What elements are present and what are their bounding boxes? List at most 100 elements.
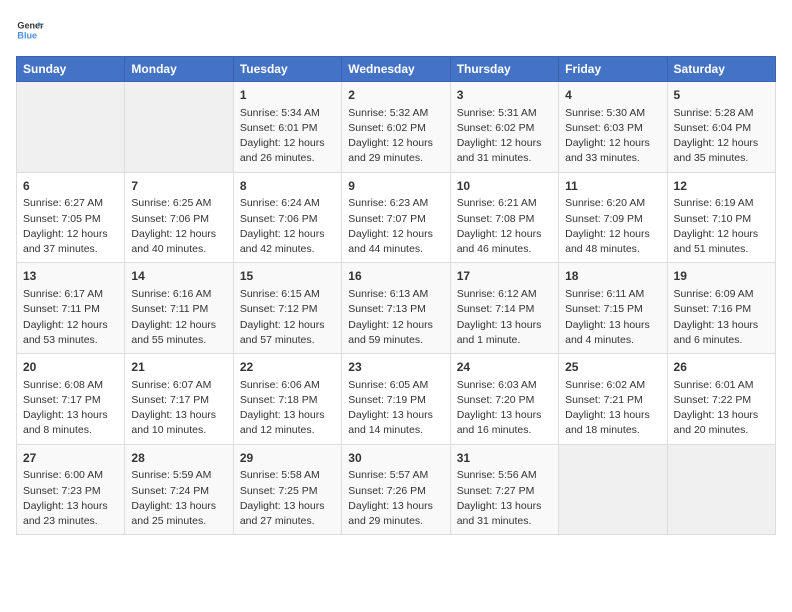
calendar-cell: 16Sunrise: 6:13 AM Sunset: 7:13 PM Dayli… bbox=[342, 263, 450, 354]
calendar-cell: 30Sunrise: 5:57 AM Sunset: 7:26 PM Dayli… bbox=[342, 444, 450, 535]
day-number: 16 bbox=[348, 268, 443, 285]
calendar-cell: 24Sunrise: 6:03 AM Sunset: 7:20 PM Dayli… bbox=[450, 354, 558, 445]
day-number: 9 bbox=[348, 178, 443, 195]
calendar-cell bbox=[667, 444, 775, 535]
day-info: Sunrise: 6:23 AM Sunset: 7:07 PM Dayligh… bbox=[348, 196, 443, 257]
day-number: 23 bbox=[348, 359, 443, 376]
day-number: 25 bbox=[565, 359, 660, 376]
day-number: 15 bbox=[240, 268, 335, 285]
week-row-3: 13Sunrise: 6:17 AM Sunset: 7:11 PM Dayli… bbox=[17, 263, 776, 354]
calendar-cell: 7Sunrise: 6:25 AM Sunset: 7:06 PM Daylig… bbox=[125, 172, 233, 263]
page-header: General Blue bbox=[16, 16, 776, 44]
day-info: Sunrise: 5:34 AM Sunset: 6:01 PM Dayligh… bbox=[240, 106, 335, 167]
day-number: 22 bbox=[240, 359, 335, 376]
day-info: Sunrise: 6:25 AM Sunset: 7:06 PM Dayligh… bbox=[131, 196, 226, 257]
day-info: Sunrise: 6:07 AM Sunset: 7:17 PM Dayligh… bbox=[131, 378, 226, 439]
calendar-cell: 11Sunrise: 6:20 AM Sunset: 7:09 PM Dayli… bbox=[559, 172, 667, 263]
weekday-header-friday: Friday bbox=[559, 57, 667, 82]
day-info: Sunrise: 6:08 AM Sunset: 7:17 PM Dayligh… bbox=[23, 378, 118, 439]
calendar-cell: 13Sunrise: 6:17 AM Sunset: 7:11 PM Dayli… bbox=[17, 263, 125, 354]
day-number: 7 bbox=[131, 178, 226, 195]
day-number: 6 bbox=[23, 178, 118, 195]
weekday-header-saturday: Saturday bbox=[667, 57, 775, 82]
calendar-cell: 12Sunrise: 6:19 AM Sunset: 7:10 PM Dayli… bbox=[667, 172, 775, 263]
day-info: Sunrise: 6:09 AM Sunset: 7:16 PM Dayligh… bbox=[674, 287, 769, 348]
calendar-cell: 4Sunrise: 5:30 AM Sunset: 6:03 PM Daylig… bbox=[559, 82, 667, 173]
day-number: 18 bbox=[565, 268, 660, 285]
calendar-cell: 3Sunrise: 5:31 AM Sunset: 6:02 PM Daylig… bbox=[450, 82, 558, 173]
day-info: Sunrise: 6:20 AM Sunset: 7:09 PM Dayligh… bbox=[565, 196, 660, 257]
day-number: 5 bbox=[674, 87, 769, 104]
day-info: Sunrise: 5:57 AM Sunset: 7:26 PM Dayligh… bbox=[348, 468, 443, 529]
calendar-cell bbox=[559, 444, 667, 535]
day-number: 12 bbox=[674, 178, 769, 195]
calendar-cell: 6Sunrise: 6:27 AM Sunset: 7:05 PM Daylig… bbox=[17, 172, 125, 263]
logo-icon: General Blue bbox=[16, 16, 44, 44]
svg-text:Blue: Blue bbox=[17, 30, 37, 40]
week-row-2: 6Sunrise: 6:27 AM Sunset: 7:05 PM Daylig… bbox=[17, 172, 776, 263]
day-number: 19 bbox=[674, 268, 769, 285]
week-row-1: 1 Sunrise: 5:34 AM Sunset: 6:01 PM Daylig… bbox=[17, 82, 776, 173]
day-number: 27 bbox=[23, 450, 118, 467]
day-number: 26 bbox=[674, 359, 769, 376]
day-number: 30 bbox=[348, 450, 443, 467]
calendar-header-row: SundayMondayTuesdayWednesdayThursdayFrid… bbox=[17, 57, 776, 82]
day-number: 20 bbox=[23, 359, 118, 376]
calendar-cell: 28Sunrise: 5:59 AM Sunset: 7:24 PM Dayli… bbox=[125, 444, 233, 535]
calendar-cell: 20 Sunrise: 6:08 AM Sunset: 7:17 PM Dayli… bbox=[17, 354, 125, 445]
day-info: Sunrise: 6:11 AM Sunset: 7:15 PM Dayligh… bbox=[565, 287, 660, 348]
calendar-cell: 5Sunrise: 5:28 AM Sunset: 6:04 PM Daylig… bbox=[667, 82, 775, 173]
day-number: 1 bbox=[240, 87, 335, 104]
day-info: Sunrise: 6:06 AM Sunset: 7:18 PM Dayligh… bbox=[240, 378, 335, 439]
day-number: 29 bbox=[240, 450, 335, 467]
calendar-cell: 1 Sunrise: 5:34 AM Sunset: 6:01 PM Daylig… bbox=[233, 82, 341, 173]
day-info: Sunrise: 6:00 AM Sunset: 7:23 PM Dayligh… bbox=[23, 468, 118, 529]
calendar-cell: 23Sunrise: 6:05 AM Sunset: 7:19 PM Dayli… bbox=[342, 354, 450, 445]
day-number: 31 bbox=[457, 450, 552, 467]
day-info: Sunrise: 6:17 AM Sunset: 7:11 PM Dayligh… bbox=[23, 287, 118, 348]
day-info: Sunrise: 6:16 AM Sunset: 7:11 PM Dayligh… bbox=[131, 287, 226, 348]
day-info: Sunrise: 6:19 AM Sunset: 7:10 PM Dayligh… bbox=[674, 196, 769, 257]
day-info: Sunrise: 6:12 AM Sunset: 7:14 PM Dayligh… bbox=[457, 287, 552, 348]
weekday-header-thursday: Thursday bbox=[450, 57, 558, 82]
logo: General Blue bbox=[16, 16, 48, 44]
weekday-header-sunday: Sunday bbox=[17, 57, 125, 82]
calendar-cell: 14 Sunrise: 6:16 AM Sunset: 7:11 PM Dayli… bbox=[125, 263, 233, 354]
calendar-cell: 27Sunrise: 6:00 AM Sunset: 7:23 PM Dayli… bbox=[17, 444, 125, 535]
calendar-cell: 2 Sunrise: 5:32 AM Sunset: 6:02 PM Daylig… bbox=[342, 82, 450, 173]
week-row-4: 20 Sunrise: 6:08 AM Sunset: 7:17 PM Dayli… bbox=[17, 354, 776, 445]
calendar-cell: 15 Sunrise: 6:15 AM Sunset: 7:12 PM Dayli… bbox=[233, 263, 341, 354]
day-number: 24 bbox=[457, 359, 552, 376]
weekday-header-wednesday: Wednesday bbox=[342, 57, 450, 82]
day-info: Sunrise: 6:02 AM Sunset: 7:21 PM Dayligh… bbox=[565, 378, 660, 439]
day-number: 2 bbox=[348, 87, 443, 104]
calendar-body: 1 Sunrise: 5:34 AM Sunset: 6:01 PM Daylig… bbox=[17, 82, 776, 535]
calendar-cell: 8Sunrise: 6:24 AM Sunset: 7:06 PM Daylig… bbox=[233, 172, 341, 263]
calendar-cell: 18 Sunrise: 6:11 AM Sunset: 7:15 PM Dayli… bbox=[559, 263, 667, 354]
day-info: Sunrise: 6:27 AM Sunset: 7:05 PM Dayligh… bbox=[23, 196, 118, 257]
day-info: Sunrise: 6:24 AM Sunset: 7:06 PM Dayligh… bbox=[240, 196, 335, 257]
day-number: 14 bbox=[131, 268, 226, 285]
day-number: 11 bbox=[565, 178, 660, 195]
day-number: 10 bbox=[457, 178, 552, 195]
weekday-header-monday: Monday bbox=[125, 57, 233, 82]
calendar-cell: 10Sunrise: 6:21 AM Sunset: 7:08 PM Dayli… bbox=[450, 172, 558, 263]
calendar-cell bbox=[17, 82, 125, 173]
calendar-cell: 19 Sunrise: 6:09 AM Sunset: 7:16 PM Dayli… bbox=[667, 263, 775, 354]
day-info: Sunrise: 5:30 AM Sunset: 6:03 PM Dayligh… bbox=[565, 106, 660, 167]
day-number: 8 bbox=[240, 178, 335, 195]
calendar-cell: 17 Sunrise: 6:12 AM Sunset: 7:14 PM Dayli… bbox=[450, 263, 558, 354]
svg-text:General: General bbox=[17, 21, 44, 31]
calendar-cell: 9Sunrise: 6:23 AM Sunset: 7:07 PM Daylig… bbox=[342, 172, 450, 263]
day-info: Sunrise: 6:15 AM Sunset: 7:12 PM Dayligh… bbox=[240, 287, 335, 348]
day-info: Sunrise: 5:31 AM Sunset: 6:02 PM Dayligh… bbox=[457, 106, 552, 167]
day-info: Sunrise: 5:59 AM Sunset: 7:24 PM Dayligh… bbox=[131, 468, 226, 529]
calendar-cell: 26 Sunrise: 6:01 AM Sunset: 7:22 PM Dayli… bbox=[667, 354, 775, 445]
calendar-cell: 29Sunrise: 5:58 AM Sunset: 7:25 PM Dayli… bbox=[233, 444, 341, 535]
day-info: Sunrise: 5:56 AM Sunset: 7:27 PM Dayligh… bbox=[457, 468, 552, 529]
day-info: Sunrise: 6:01 AM Sunset: 7:22 PM Dayligh… bbox=[674, 378, 769, 439]
day-info: Sunrise: 5:58 AM Sunset: 7:25 PM Dayligh… bbox=[240, 468, 335, 529]
calendar-cell bbox=[125, 82, 233, 173]
day-info: Sunrise: 5:32 AM Sunset: 6:02 PM Dayligh… bbox=[348, 106, 443, 167]
day-number: 17 bbox=[457, 268, 552, 285]
